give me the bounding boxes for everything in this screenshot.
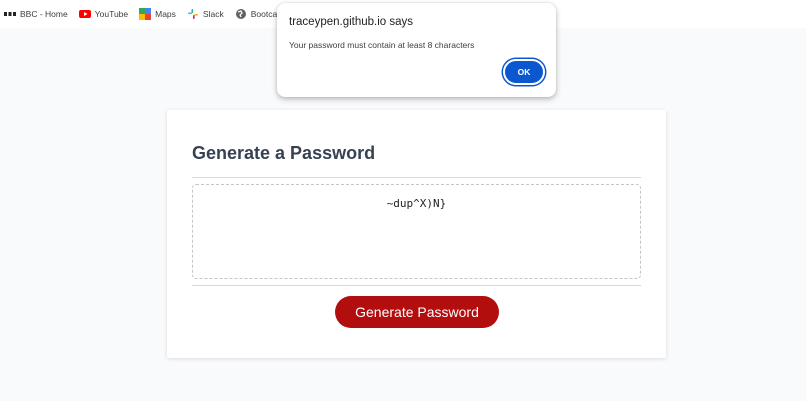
divider bbox=[192, 177, 641, 178]
bookmark-label: Maps bbox=[155, 9, 176, 19]
bookmark-youtube[interactable]: YouTube bbox=[78, 8, 129, 20]
bookmark-maps[interactable]: Maps bbox=[139, 8, 176, 20]
card-title: Generate a Password bbox=[192, 143, 376, 163]
globe-icon bbox=[235, 8, 247, 20]
slack-icon bbox=[187, 8, 199, 20]
generate-password-button[interactable]: Generate Password bbox=[335, 296, 499, 328]
bookmark-label: YouTube bbox=[94, 9, 129, 19]
alert-title: traceypen.github.io says bbox=[289, 16, 414, 28]
password-textarea[interactable]: ~dup^X)N} bbox=[192, 184, 641, 279]
bookmark-bbc[interactable]: BBC - Home bbox=[4, 8, 68, 20]
bookmark-label: BBC - Home bbox=[20, 9, 68, 19]
divider bbox=[192, 285, 641, 286]
youtube-icon bbox=[78, 8, 91, 20]
bookmark-slack[interactable]: Slack bbox=[187, 8, 224, 20]
bbc-icon bbox=[4, 8, 16, 20]
ok-button[interactable]: OK bbox=[503, 59, 545, 85]
alert-message: Your password must contain at least 8 ch… bbox=[289, 40, 475, 50]
bookmark-label: Slack bbox=[202, 9, 224, 19]
password-card: Generate a Password ~dup^X)N} Generate P… bbox=[167, 110, 666, 358]
maps-icon bbox=[139, 8, 152, 20]
